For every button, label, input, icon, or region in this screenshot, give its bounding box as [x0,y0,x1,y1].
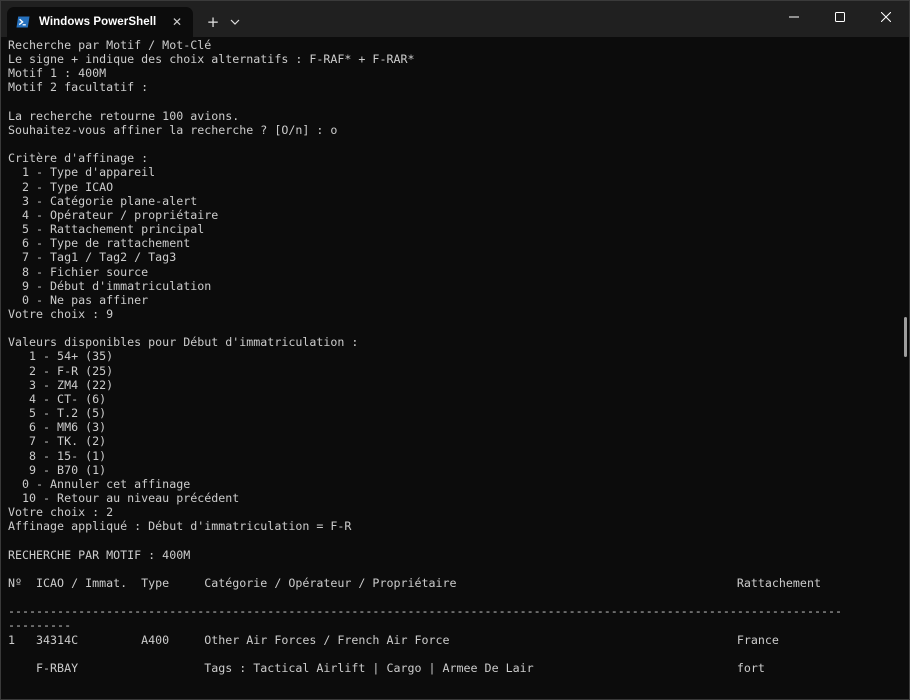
minimize-button[interactable] [771,1,817,33]
terminal-line: 8 - Fichier source [8,264,149,279]
terminal-line: Nº ICAO / Immat. Type Catégorie / Opérat… [8,575,821,590]
terminal-line: 3 - Catégorie plane-alert [8,193,198,208]
terminal-line: Affinage appliqué : Début d'immatriculat… [8,519,352,534]
terminal-line: 5 - Rattachement principal [8,222,205,237]
terminal-line: Motif 2 facultatif : [8,80,149,95]
new-tab-button[interactable]: + [201,9,225,35]
terminal-line: F-RBAY Tags : Tactical Airlift | Cargo |… [8,660,765,675]
terminal-line: Souhaitez-vous affiner la recherche ? [O… [8,122,338,137]
terminal-line: 4 - CT- (6) [8,391,107,406]
terminal-output: Recherche par Motif / Mot-Clé Le signe +… [8,38,909,675]
chevron-down-icon[interactable] [225,9,245,35]
terminal-line: 2 - Type ICAO [8,179,114,194]
terminal-output-area[interactable]: Recherche par Motif / Mot-Clé Le signe +… [1,37,909,699]
terminal-line: 5 - T.2 (5) [8,406,107,421]
terminal-line: ----------------------------------------… [8,604,842,619]
window-controls [771,1,909,33]
maximize-button[interactable] [817,1,863,33]
terminal-line: 7 - Tag1 / Tag2 / Tag3 [8,250,177,265]
terminal-line: 9 - B70 (1) [8,462,107,477]
close-tab-icon[interactable]: ✕ [169,14,185,30]
close-window-button[interactable] [863,1,909,33]
terminal-line: 4 - Opérateur / propriétaire [8,207,219,222]
terminal-line: --------- [8,618,72,633]
tab-actions: + [201,7,245,37]
terminal-line: Recherche par Motif / Mot-Clé [8,38,212,52]
terminal-line: 10 - Retour au niveau précédent [8,491,240,505]
terminal-line: Votre choix : 2 [8,505,114,520]
terminal-line: Le signe + indique des choix alternatifs… [8,52,415,67]
terminal-line: 7 - TK. (2) [8,434,107,449]
terminal-line: 3 - ZM4 (22) [8,377,114,392]
terminal-line: 9 - Début d'immatriculation [8,278,212,293]
terminal-line: La recherche retourne 100 avions. [8,108,240,123]
terminal-line: Valeurs disponibles pour Début d'immatri… [8,335,359,350]
terminal-line: 8 - 15- (1) [8,448,107,463]
terminal-line: 2 - F-R (25) [8,363,114,378]
terminal-line: 6 - MM6 (3) [8,420,107,435]
terminal-line: 1 - 54+ (35) [8,349,114,364]
terminal-line: 0 - Ne pas affiner [8,292,149,307]
terminal-line: 1 34314C A400 Other Air Forces / French … [8,632,779,647]
terminal-line: 0 - Annuler cet affinage [8,476,191,491]
terminal-line: Motif 1 : 400M [8,66,107,81]
terminal-line: 6 - Type de rattachement [8,236,191,251]
tab-windows-powershell[interactable]: Windows PowerShell ✕ [7,7,193,37]
terminal-line: RECHERCHE PAR MOTIF : 400M [8,547,191,562]
powershell-icon [16,16,30,28]
powershell-window: Windows PowerShell ✕ + Recherche par Mot… [0,0,910,700]
terminal-line: Critère d'affinage : [8,151,149,166]
terminal-line: Votre choix : 9 [8,306,114,321]
terminal-line: 1 - Type d'appareil [8,165,156,180]
scrollbar-thumb[interactable] [904,317,907,357]
title-bar: Windows PowerShell ✕ + [1,1,909,37]
tab-title: Windows PowerShell [39,16,157,28]
